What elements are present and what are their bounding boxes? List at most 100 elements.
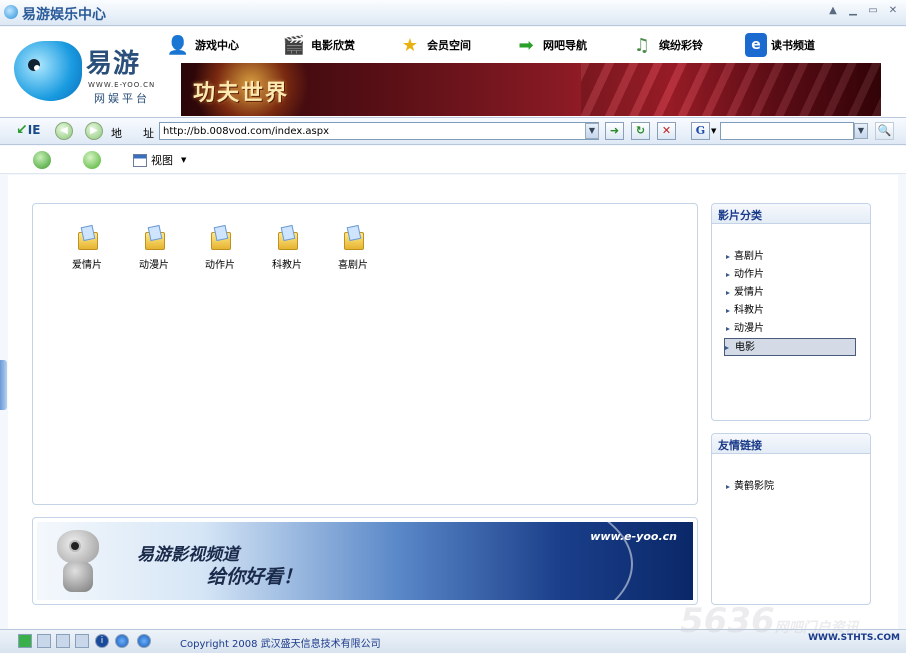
url-input[interactable]: [159, 122, 599, 140]
category-item-science[interactable]: 科教片: [726, 302, 856, 320]
close-icon[interactable]: ✕: [886, 4, 900, 18]
info-icon[interactable]: i: [95, 634, 109, 648]
logo-brand: 易游: [86, 49, 141, 79]
panel-icon[interactable]: [75, 634, 89, 648]
view-toolbar: 视图 ▼: [0, 146, 906, 174]
folder-icon: [342, 226, 364, 252]
nav-label: 游戏中心: [195, 39, 239, 52]
star-icon: ★: [401, 34, 419, 56]
forward-button[interactable]: ▶: [85, 122, 103, 140]
globe-icon[interactable]: [137, 634, 151, 648]
category-list: 喜剧片 动作片 爱情片 科教片 动漫片 电影: [712, 248, 870, 356]
window-title: 易游娱乐中心: [22, 7, 106, 23]
stop-button[interactable]: ✕: [657, 122, 676, 140]
reload-icon[interactable]: [83, 151, 101, 169]
folder-item-science[interactable]: 科教片: [262, 226, 312, 271]
nav-label: 缤纷彩铃: [659, 39, 703, 52]
banner-text: 功夫世界: [193, 80, 290, 106]
folder-item-anime[interactable]: 动漫片: [129, 226, 179, 271]
nav-item-members[interactable]: ★ 会员空间: [397, 29, 513, 61]
ad-slogan-line2: 给你好看！: [207, 566, 303, 588]
category-item-action[interactable]: 动作片: [726, 266, 856, 284]
address-label-2: 址: [143, 127, 154, 140]
address-bar: ↙IE ◀ ▶ 地 址 ▼ ➜ ↻ ✕ G ▼ ▼ 🔍: [0, 117, 906, 145]
folder-panel: 爱情片 动漫片 动作片 科教片 喜剧片: [32, 203, 698, 505]
category-item-comedy[interactable]: 喜剧片: [726, 248, 856, 266]
links-list: 黄鹤影院: [712, 478, 870, 496]
screen-icon[interactable]: [18, 634, 32, 648]
links-title: 友情链接: [712, 434, 870, 454]
fish-mascot-icon: [14, 41, 82, 101]
category-title: 影片分类: [712, 204, 870, 224]
nav-item-reading[interactable]: e 读书频道: [745, 29, 861, 61]
nav-item-netcafe[interactable]: ➡ 网吧导航: [513, 29, 629, 61]
engine-dropdown-icon[interactable]: ▼: [711, 127, 716, 135]
folder-icon: [143, 226, 165, 252]
main-area: 爱情片 动漫片 动作片 科教片 喜剧片 易游影视频道 给你好看！ www.e-y…: [8, 175, 898, 629]
panel-icon[interactable]: [37, 634, 51, 648]
panel-icon[interactable]: [56, 634, 70, 648]
eyoo-video-ad-banner[interactable]: 易游影视频道 给你好看！ www.e-yoo.cn: [37, 522, 693, 600]
watermark-number: 5636: [680, 601, 775, 641]
music-note-icon: ♫: [633, 34, 651, 56]
nav-item-games[interactable]: 👤 游戏中心: [165, 29, 281, 61]
category-item-movie[interactable]: 电影: [724, 338, 856, 356]
watermark-text: 网吧门户资讯: [774, 620, 859, 636]
nav-label: 会员空间: [427, 39, 471, 52]
minimize-icon[interactable]: ▁: [846, 4, 860, 18]
search-engine-button[interactable]: G: [691, 122, 710, 140]
maximize-icon[interactable]: ▭: [866, 4, 880, 18]
search-button[interactable]: 🔍: [875, 122, 894, 140]
folder-item-comedy[interactable]: 喜剧片: [328, 226, 378, 271]
window-controls: ▲ ▁ ▭ ✕: [826, 4, 900, 18]
folder-item-action[interactable]: 动作片: [195, 226, 245, 271]
copyright-text: Copyright 2008 武汉盛天信息技术有限公司: [180, 639, 381, 650]
folder-label: 科教片: [272, 260, 302, 271]
refresh-button[interactable]: ↻: [631, 122, 650, 140]
view-menu-button[interactable]: 视图 ▼: [133, 152, 186, 168]
title-bar: 易游娱乐中心 ▲ ▁ ▭ ✕: [0, 0, 906, 26]
globe-icon[interactable]: [115, 634, 129, 648]
url-dropdown-icon[interactable]: ▼: [585, 123, 599, 139]
ie-label: IE: [27, 123, 41, 137]
nav-label: 网吧导航: [543, 39, 587, 52]
kungfu-world-banner[interactable]: 功夫世界: [181, 63, 881, 116]
address-label-1: 地: [111, 127, 122, 140]
ie-logo-icon: e: [745, 33, 767, 57]
go-button[interactable]: ➜: [605, 122, 624, 140]
main-nav: 👤 游戏中心 🎬 电影欣赏 ★ 会员空间 ➡ 网吧导航 ♫ 缤纷彩铃 e 读书频…: [165, 29, 895, 61]
folder-label: 动漫片: [139, 260, 169, 271]
robot-mascot-icon: [51, 530, 107, 596]
category-item-anime[interactable]: 动漫片: [726, 320, 856, 338]
nav-item-ringtones[interactable]: ♫ 缤纷彩铃: [629, 29, 745, 61]
folder-label: 喜剧片: [338, 260, 368, 271]
folder-icon: [209, 226, 231, 252]
app-logo-icon: [4, 5, 18, 19]
chevron-down-icon: ▼: [181, 156, 187, 164]
links-box: 友情链接 黄鹤影院: [711, 433, 871, 605]
nav-item-movies[interactable]: 🎬 电影欣赏: [281, 29, 397, 61]
site-logo[interactable]: 易游 WWW.E-YOO.CN 网娱平台: [6, 31, 156, 111]
green-arrow-icon: ➡: [518, 34, 534, 56]
category-box: 影片分类 喜剧片 动作片 爱情片 科教片 动漫片 电影: [711, 203, 871, 421]
ie-menu-button[interactable]: ↙IE: [16, 122, 42, 142]
up-arrow-icon[interactable]: [33, 151, 51, 169]
nav-label: 电影欣赏: [311, 39, 355, 52]
back-button[interactable]: ◀: [55, 122, 73, 140]
search-input[interactable]: [720, 122, 854, 140]
folder-icon: [76, 226, 98, 252]
folder-label: 爱情片: [72, 260, 102, 271]
folder-item-romance[interactable]: 爱情片: [62, 226, 112, 271]
search-dropdown-icon[interactable]: ▼: [854, 123, 868, 139]
sidebar-toggle-handle[interactable]: [0, 360, 7, 410]
folder-icon: [276, 226, 298, 252]
nav-label: 读书频道: [771, 39, 815, 52]
folder-label: 动作片: [205, 260, 235, 271]
ad-url: www.e-yoo.cn: [590, 530, 677, 543]
collapse-icon[interactable]: ▲: [826, 4, 840, 18]
category-item-romance[interactable]: 爱情片: [726, 284, 856, 302]
view-grid-icon: [133, 153, 147, 167]
link-item-huanghe-cinema[interactable]: 黄鹤影院: [726, 478, 856, 496]
logo-domain: WWW.E-YOO.CN: [88, 81, 156, 89]
header: 易游 WWW.E-YOO.CN 网娱平台 👤 游戏中心 🎬 电影欣赏 ★ 会员空…: [0, 27, 906, 117]
